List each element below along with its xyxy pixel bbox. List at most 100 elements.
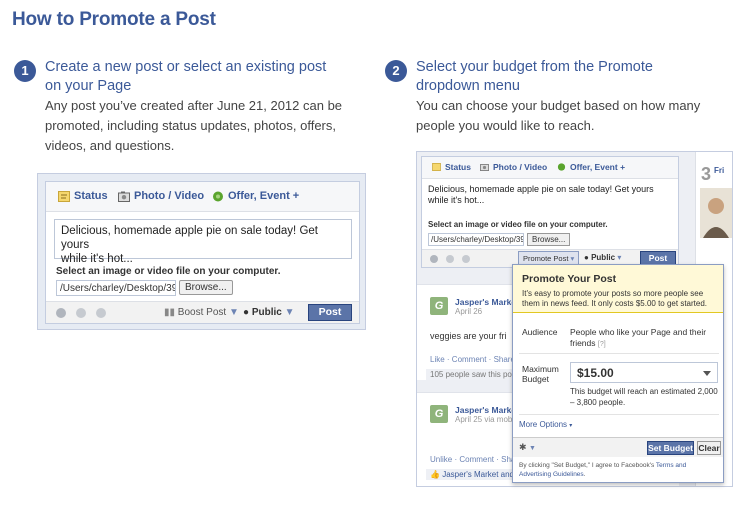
tab-offer-label: Offer, Event + [228,190,300,202]
tab-status-2[interactable]: Status [432,162,471,172]
post-button[interactable]: Post [308,304,352,321]
page-avatar[interactable]: G [430,297,448,315]
clock-icon[interactable] [430,255,438,263]
promote-menu-description: It's easy to promote your posts so more … [522,289,707,308]
feed-post-author[interactable]: Jasper's Market [455,405,519,415]
place-pin-icon[interactable] [96,308,106,318]
boost-post-label: Boost Post [177,307,227,318]
help-link[interactable]: [?] [598,341,606,348]
file-upload-label-2: Select an image or video file on your co… [428,220,608,229]
budget-label-line: Maximum [522,364,559,374]
feed-post-liker: Jasper's Market and [442,470,514,479]
feed-post-date[interactable]: April 25 via mob [455,415,512,424]
browse-button[interactable]: Browse... [179,280,233,295]
set-budget-button[interactable]: Set Budget [647,441,694,455]
step-1-body-line: videos, and questions. [45,138,175,153]
terms-fine-print: By clicking "Set Budget," I agree to Fac… [519,461,719,479]
feed-post-text: veggies are your fri [430,331,507,341]
chevron-down-icon: ▼ [284,307,295,318]
privacy-label: Public [251,307,282,318]
budget-value: $15.00 [577,366,614,380]
fine-print-text: By clicking "Set Budget," I agree to Fac… [519,462,655,469]
location-icon[interactable] [76,308,86,318]
feed-post-author[interactable]: Jasper's Market [455,297,519,307]
tab-photo-video[interactable]: Photo / Video [118,190,204,202]
chevron-down-icon: ▾ [617,253,622,262]
post-button-2[interactable]: Post [640,251,676,265]
tab-status[interactable]: Status [58,190,108,202]
step-2-heading: Select your budget from the Promote drop… [416,58,653,96]
step-2-body-line: people you would like to reach. [416,118,595,133]
composer-tabs: Status Photo / Video Offer, Event + [46,182,359,212]
promote-menu-footer: ✱ ▼ Set Budget Clear [513,437,723,457]
privacy-selector-2[interactable]: ● Public ▾ [584,253,621,262]
tab-offer-event-2[interactable]: Offer, Event + [557,162,625,172]
feed-post-actions[interactable]: Unlike · Comment · Share [430,455,522,464]
step-1-heading-line: on your Page [45,78,132,94]
feed-post-likes[interactable]: 👍 Jasper's Market and [426,469,516,480]
file-path-input[interactable]: /Users/charley/Desktop/39 [56,280,176,296]
clear-button[interactable]: Clear [697,441,721,455]
globe-icon: ● [243,307,250,318]
step-2-description: You can choose your budget based on how … [416,96,700,136]
friends-label: Fri [714,166,725,175]
gear-icon[interactable]: ✱ ▼ [519,442,536,453]
file-path-input-2[interactable]: /Users/charley/Desktop/39 [428,233,524,246]
tab-photo-video-2[interactable]: Photo / Video [480,162,547,172]
clock-icon[interactable] [56,308,66,318]
friend-photo-icon[interactable] [700,188,732,238]
status-text-line: while it's hot... [61,253,133,265]
privacy-label: Public [591,253,616,262]
status-text-line: while it's hot... [428,195,485,205]
page-avatar[interactable]: G [430,405,448,423]
tab-offer-event[interactable]: Offer, Event + [212,190,299,202]
feed-post-actions[interactable]: Like · Comment · Share [430,355,515,364]
reach-estimate: This budget will reach an estimated 2,00… [570,387,718,407]
promote-post-menu: Promote Your Post It's easy to promote y… [512,264,724,483]
divider [519,414,719,415]
more-options-link[interactable]: More Options ▾ [519,420,572,429]
status-icon [58,190,70,202]
budget-label-line: Budget [522,374,549,384]
composer-2: Status Photo / Video Offer, Event + Deli… [421,156,679,268]
composer-action-bar: ▮▮ Boost Post ▼ ● Public ▼ Post [46,301,359,323]
audience-label: Audience [522,327,558,337]
divider [519,353,719,354]
place-pin-icon[interactable] [462,255,470,263]
chevron-down-icon: ▾ [570,254,575,263]
step-1-badge: 1 [14,60,36,82]
step-1-description: Any post you’ve created after June 21, 2… [45,96,342,156]
status-text-line: Delicious, homemade apple pie on sale to… [61,225,318,251]
tab-photo-label: Photo / Video [493,162,548,172]
audience-text: People who like your Page and their frie… [570,327,707,348]
status-text-2[interactable]: Delicious, homemade apple pie on sale to… [428,184,654,206]
browse-button-2[interactable]: Browse... [527,233,571,246]
offer-icon [557,163,566,171]
tab-offer-label: Offer, Event + [570,162,626,172]
budget-select[interactable]: $15.00 [570,362,718,383]
boost-post-button[interactable]: ▮▮ Boost Post ▼ [164,307,239,318]
chart-icon: ▮▮ [164,307,176,318]
globe-icon: ● [584,253,589,262]
step-1-heading: Create a new post or select an existing … [45,58,326,96]
friends-count: 3 [701,164,712,184]
status-textarea[interactable]: Delicious, homemade apple pie on sale to… [54,219,352,265]
step-1-body-line: Any post you’ve created after June 21, 2… [45,98,343,113]
chevron-down-icon: ▾ [569,423,573,429]
chevron-down-icon [703,371,711,376]
step-1-heading-line: Create a new post or select an existing … [45,59,327,75]
privacy-selector[interactable]: ● Public ▼ [243,307,295,318]
offer-icon [213,191,223,201]
tab-status-label: Status [74,190,108,202]
step-2-badge: 2 [385,60,407,82]
status-text-line: Delicious, homemade apple pie on sale to… [428,184,654,194]
budget-label: Maximum Budget [522,364,559,384]
location-icon[interactable] [446,255,454,263]
audience-value: People who like your Page and their frie… [570,327,720,350]
composer: Status Photo / Video Offer, Event + Deli… [45,181,360,324]
file-upload-label: Select an image or video file on your co… [56,266,281,277]
feed-post-date[interactable]: April 26 [455,307,482,316]
composer-screenshot: Status Photo / Video Offer, Event + Deli… [37,173,366,330]
page-title: How to Promote a Post [12,9,216,30]
promote-menu-header: Promote Your Post It's easy to promote y… [513,265,723,313]
